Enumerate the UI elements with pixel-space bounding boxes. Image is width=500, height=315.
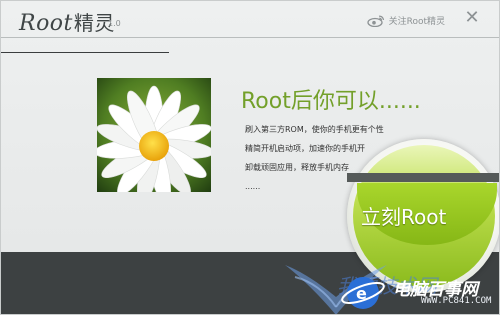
app-logo: Root精灵 [19, 7, 115, 36]
button-dark-band [347, 173, 499, 182]
watermark-logo-icon: e [341, 277, 385, 309]
watermark-url: WWW.PC841.COM [421, 296, 492, 306]
root-app-window: Root精灵 1.0 关注Root精灵 ✕ Root后你可以...... 刷入第… [0, 0, 500, 315]
feature-line: 刷入第三方ROM，使你的手机更有个性 [245, 125, 384, 134]
root-now-label[interactable]: 立刻Root [361, 201, 446, 230]
headline: Root后你可以...... [241, 89, 421, 114]
titlebar-divider [1, 37, 499, 38]
follow-label: 关注Root精灵 [388, 17, 445, 27]
logo-latin: Root [19, 11, 73, 36]
accent-divider [1, 52, 169, 53]
daisy-flower-image [97, 78, 211, 192]
svg-text:e: e [356, 284, 367, 303]
weibo-icon [366, 15, 384, 27]
close-icon[interactable]: ✕ [463, 9, 481, 27]
version-label: 1.0 [108, 19, 121, 28]
titlebar: Root精灵 1.0 关注Root精灵 ✕ [1, 1, 499, 37]
follow-weibo-link[interactable]: 关注Root精灵 [366, 14, 445, 27]
